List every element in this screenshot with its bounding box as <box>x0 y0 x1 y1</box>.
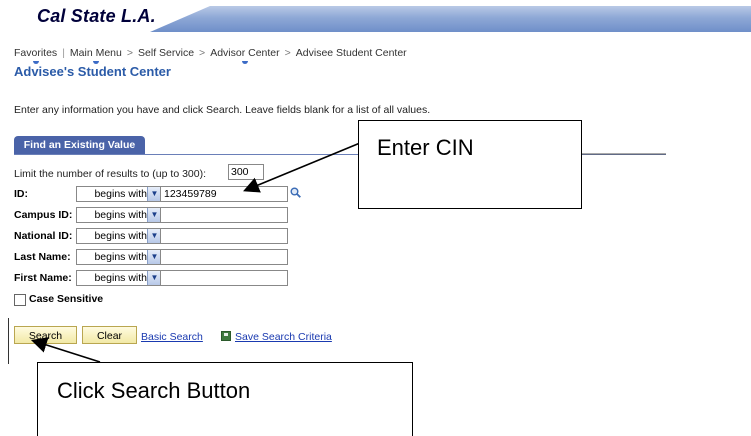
click-search-arrow <box>30 337 101 363</box>
enter-cin-callout: Enter CIN <box>358 120 582 209</box>
enter-cin-arrow <box>243 142 361 193</box>
click-search-callout: Click Search Button <box>37 362 413 436</box>
